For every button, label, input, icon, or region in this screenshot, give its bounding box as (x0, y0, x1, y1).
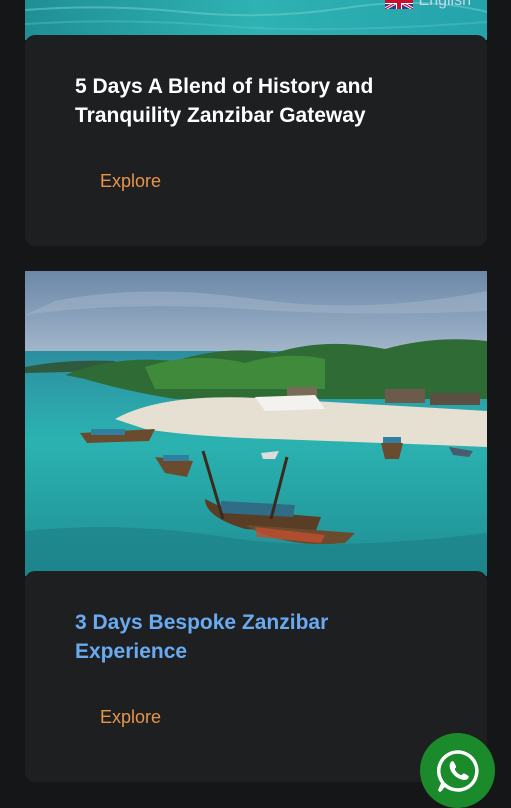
tour-2-image[interactable] (25, 271, 487, 576)
tour-2-photo (25, 271, 487, 576)
explore-link[interactable]: Explore (100, 707, 161, 728)
whatsapp-button[interactable] (420, 733, 495, 808)
tour-title[interactable]: 3 Days Bespoke Zanzibar Experience (75, 608, 435, 666)
whatsapp-icon (436, 749, 479, 792)
explore-link[interactable]: Explore (100, 171, 161, 192)
tour-card-2: 3 Days Bespoke Zanzibar Experience Explo… (25, 571, 487, 782)
language-selector[interactable]: English (384, 0, 471, 10)
tour-1-image[interactable]: English (25, 0, 487, 40)
language-label: English (418, 0, 471, 9)
tour-card-1: 5 Days A Blend of History and Tranquilit… (25, 35, 487, 246)
uk-flag-icon (384, 0, 413, 9)
tour-title[interactable]: 5 Days A Blend of History and Tranquilit… (75, 72, 435, 130)
